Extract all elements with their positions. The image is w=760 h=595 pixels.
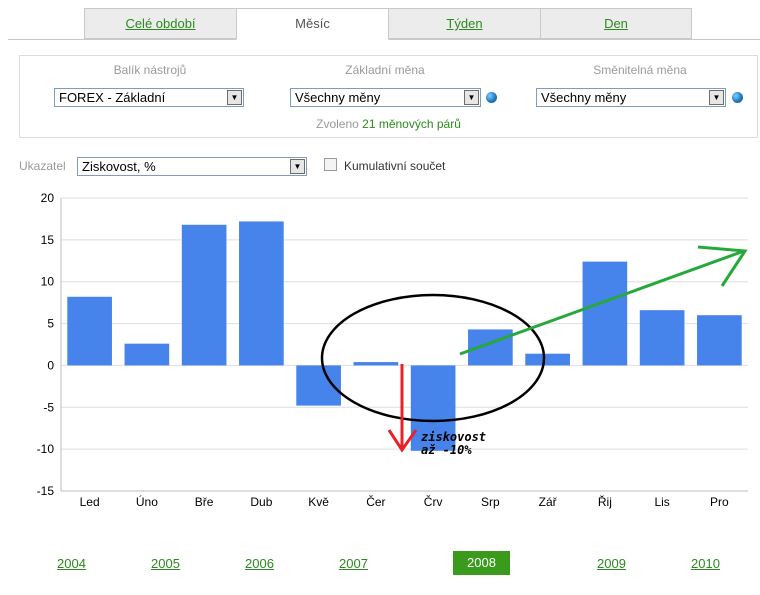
chevron-down-icon[interactable]: ▼ (709, 90, 724, 105)
bar (67, 296, 112, 366)
bar (124, 343, 170, 366)
year-link-2010[interactable]: 2010 (691, 556, 720, 571)
y-tick-label: 15 (41, 233, 55, 247)
selected-pairs-info: Zvoleno 21 měnových párů (19, 117, 758, 131)
annotation-text: ziskovost (421, 430, 486, 444)
profit-bar-chart: -15 -10 -5 0 5 10 15 20 Led Úno Bře Dub Kvě Čer Črv Srp… (37, 191, 748, 509)
quote-currency-select-value: Všechny měny (541, 90, 627, 105)
indicator-select-value: Ziskovost, % (82, 159, 156, 174)
tab-whole-period-link[interactable]: Celé období (125, 16, 195, 31)
cumulative-checkbox[interactable] (324, 158, 337, 171)
year-link-2005[interactable]: 2005 (151, 556, 180, 571)
chevron-down-icon[interactable]: ▼ (290, 159, 305, 174)
bar (525, 353, 570, 366)
bar (181, 224, 227, 366)
year-link-2009[interactable]: 2009 (597, 556, 626, 571)
x-tick-label: Dub (250, 495, 272, 509)
tab-month-label: Měsíc (295, 16, 330, 31)
x-tick-label: Kvě (308, 495, 329, 509)
tab-week-link[interactable]: Týden (446, 16, 482, 31)
tab-day[interactable]: Den (540, 8, 692, 39)
bar (353, 362, 399, 366)
x-tick-label: Črv (424, 494, 443, 509)
tab-whole-period[interactable]: Celé období (84, 8, 237, 39)
toolkit-select[interactable]: FOREX - Základní ▼ (54, 88, 244, 107)
selected-pairs-prefix: Zvoleno (316, 117, 359, 131)
year-2008-selected[interactable]: 2008 (453, 551, 510, 575)
base-currency-select[interactable]: Všechny měny ▼ (290, 88, 481, 107)
y-tick-label: 10 (41, 275, 55, 289)
x-tick-label: Bře (195, 495, 214, 509)
indicator-select[interactable]: Ziskovost, % ▼ (77, 157, 307, 176)
quote-currency-label: Směnitelná měna (593, 63, 687, 77)
year-link-2007[interactable]: 2007 (339, 556, 368, 571)
y-tick-label: 5 (47, 317, 54, 331)
globe-icon[interactable] (486, 92, 497, 103)
bar (582, 261, 628, 366)
indicator-label: Ukazatel (19, 159, 66, 173)
x-tick-label: Pro (710, 495, 729, 509)
tab-month[interactable]: Měsíc (236, 8, 389, 40)
chevron-down-icon[interactable]: ▼ (227, 90, 242, 105)
bar (697, 315, 742, 366)
globe-icon[interactable] (732, 92, 743, 103)
cumulative-label: Kumulativní součet (344, 159, 446, 173)
tab-week[interactable]: Týden (388, 8, 541, 39)
year-link-2004[interactable]: 2004 (57, 556, 86, 571)
bar (239, 221, 284, 366)
x-tick-label: Led (80, 495, 100, 509)
toolkit-select-value: FOREX - Základní (59, 90, 166, 105)
x-tick-label: Řij (598, 494, 612, 509)
annotation-text: až -10% (421, 443, 472, 457)
base-currency-label: Základní měna (345, 63, 425, 77)
y-tick-label: 0 (47, 358, 54, 372)
year-link-2006[interactable]: 2006 (245, 556, 274, 571)
base-currency-select-value: Všechny měny (295, 90, 381, 105)
x-tick-label: Srp (481, 495, 500, 509)
x-tick-label: Čer (366, 494, 385, 509)
quote-currency-select[interactable]: Všechny měny ▼ (536, 88, 726, 107)
bar (639, 310, 685, 366)
y-tick-label: 20 (41, 191, 55, 205)
toolkit-label: Balík nástrojů (113, 63, 187, 77)
chevron-down-icon[interactable]: ▼ (464, 90, 479, 105)
x-tick-label: Úno (136, 494, 158, 509)
y-tick-label: -5 (43, 400, 54, 414)
tab-day-link[interactable]: Den (604, 16, 628, 31)
y-tick-label: -10 (37, 442, 55, 456)
x-tick-label: Lis (654, 495, 669, 509)
x-tick-label: Zář (539, 495, 558, 509)
y-tick-label: -15 (37, 484, 55, 498)
selected-pairs-count[interactable]: 21 měnových párů (362, 117, 461, 131)
